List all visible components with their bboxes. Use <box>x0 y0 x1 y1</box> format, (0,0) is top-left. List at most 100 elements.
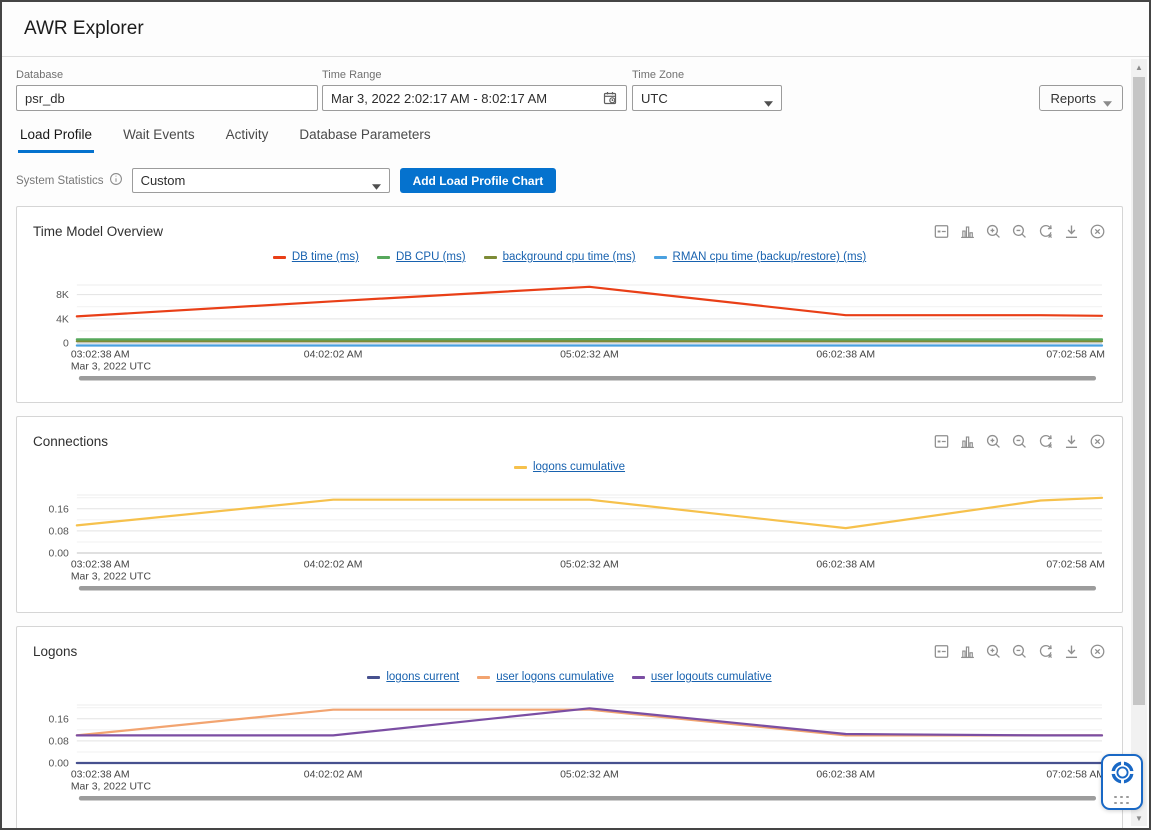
chart-canvas-logons[interactable]: 0.000.080.1603:02:38 AM04:02:02 AM05:02:… <box>33 693 1106 811</box>
legend-icon[interactable] <box>933 643 950 660</box>
svg-text:0.08: 0.08 <box>49 736 70 747</box>
series-line <box>77 498 1102 528</box>
time-zone-select[interactable]: UTC <box>632 85 782 111</box>
statistics-preset-select[interactable]: Custom <box>132 168 390 193</box>
svg-text:05:02:32 AM: 05:02:32 AM <box>560 559 619 570</box>
statistics-preset-value: Custom <box>141 173 186 188</box>
legend-dash <box>654 256 667 259</box>
svg-text:0.00: 0.00 <box>49 758 70 769</box>
svg-text:07:02:58 AM: 07:02:58 AM <box>1046 559 1105 570</box>
vertical-scrollbar[interactable]: ▲ ▼ <box>1131 59 1147 826</box>
chart-horizontal-scrollbar[interactable] <box>79 376 1096 381</box>
svg-text:04:02:02 AM: 04:02:02 AM <box>304 769 363 780</box>
legend-dash <box>484 256 497 259</box>
chart-canvas-time-model-overview[interactable]: 04K8K03:02:38 AM04:02:02 AM05:02:32 AM06… <box>33 273 1106 391</box>
legend-item: logons cumulative <box>514 461 625 473</box>
time-range-input[interactable] <box>331 91 602 106</box>
chevron-down-icon <box>372 178 381 184</box>
chart-horizontal-scrollbar[interactable] <box>79 586 1096 591</box>
zoom-out-icon[interactable] <box>1011 643 1028 660</box>
database-input[interactable] <box>25 91 309 106</box>
legend-link[interactable]: background cpu time (ms) <box>503 251 636 263</box>
svg-text:04:02:02 AM: 04:02:02 AM <box>304 559 363 570</box>
scroll-up-arrow[interactable]: ▲ <box>1131 59 1147 75</box>
legend-link[interactable]: DB time (ms) <box>292 251 359 263</box>
chart-title: Logons <box>33 644 77 659</box>
life-ring-icon[interactable] <box>1109 759 1136 791</box>
time-zone-value: UTC <box>641 91 668 106</box>
legend-link[interactable]: logons cumulative <box>533 461 625 473</box>
legend-item: user logouts cumulative <box>632 671 772 683</box>
svg-text:04:02:02 AM: 04:02:02 AM <box>304 349 363 360</box>
scrollbar-thumb[interactable] <box>1133 77 1145 705</box>
zoom-in-icon[interactable] <box>985 223 1002 240</box>
tab-wait-events[interactable]: Wait Events <box>121 123 197 153</box>
svg-text:03:02:38 AM: 03:02:38 AM <box>71 349 130 360</box>
time-range-input-box <box>322 85 627 111</box>
calendar-icon[interactable] <box>602 90 618 106</box>
legend-link[interactable]: user logouts cumulative <box>651 671 772 683</box>
legend-link[interactable]: user logons cumulative <box>496 671 614 683</box>
legend-icon[interactable] <box>933 433 950 450</box>
tab-bar: Load Profile Wait Events Activity Databa… <box>16 123 1123 153</box>
legend-item: DB CPU (ms) <box>377 251 466 263</box>
legend-link[interactable]: logons current <box>386 671 459 683</box>
chart-canvas-connections[interactable]: 0.000.080.1603:02:38 AM04:02:02 AM05:02:… <box>33 483 1106 601</box>
time-zone-label: Time Zone <box>632 69 782 81</box>
bar-chart-icon[interactable] <box>959 433 976 450</box>
series-line <box>77 710 1102 736</box>
svg-text:Mar 3, 2022 UTC: Mar 3, 2022 UTC <box>71 571 152 582</box>
zoom-in-icon[interactable] <box>985 433 1002 450</box>
add-load-profile-chart-button[interactable]: Add Load Profile Chart <box>400 168 557 193</box>
legend-link[interactable]: RMAN cpu time (backup/restore) (ms) <box>673 251 867 263</box>
bar-chart-icon[interactable] <box>959 223 976 240</box>
chart-legend: logons current user logons cumulative user… <box>33 669 1106 685</box>
database-field-group: Database <box>16 69 318 111</box>
time-zone-field-group: Time Zone UTC <box>632 69 782 111</box>
download-icon[interactable] <box>1063 643 1080 660</box>
chart-title: Connections <box>33 434 108 449</box>
reports-button-label: Reports <box>1050 91 1096 106</box>
svg-text:05:02:32 AM: 05:02:32 AM <box>560 349 619 360</box>
tab-activity[interactable]: Activity <box>224 123 271 153</box>
database-label: Database <box>16 69 318 81</box>
chevron-down-icon <box>764 95 773 101</box>
svg-text:06:02:38 AM: 06:02:38 AM <box>816 559 875 570</box>
remove-chart-icon[interactable] <box>1089 433 1106 450</box>
drag-handle-dots[interactable] <box>1114 796 1130 806</box>
reset-zoom-icon[interactable] <box>1037 433 1054 450</box>
download-icon[interactable] <box>1063 433 1080 450</box>
chevron-down-icon <box>1103 95 1112 101</box>
zoom-out-icon[interactable] <box>1011 433 1028 450</box>
info-icon[interactable] <box>109 172 123 189</box>
remove-chart-icon[interactable] <box>1089 223 1106 240</box>
chart-title: Time Model Overview <box>33 224 163 239</box>
zoom-out-icon[interactable] <box>1011 223 1028 240</box>
reports-button[interactable]: Reports <box>1039 85 1123 111</box>
scroll-down-arrow[interactable]: ▼ <box>1131 810 1147 826</box>
legend-dash <box>514 466 527 469</box>
svg-text:06:02:38 AM: 06:02:38 AM <box>816 769 875 780</box>
page-title: AWR Explorer <box>24 18 144 40</box>
chart-toolbar <box>933 433 1106 450</box>
remove-chart-icon[interactable] <box>1089 643 1106 660</box>
zoom-in-icon[interactable] <box>985 643 1002 660</box>
chart-horizontal-scrollbar[interactable] <box>79 796 1096 801</box>
bar-chart-icon[interactable] <box>959 643 976 660</box>
legend-link[interactable]: DB CPU (ms) <box>396 251 466 263</box>
legend-dash <box>377 256 390 259</box>
legend-icon[interactable] <box>933 223 950 240</box>
svg-text:Mar 3, 2022 UTC: Mar 3, 2022 UTC <box>71 361 152 372</box>
svg-text:07:02:58 AM: 07:02:58 AM <box>1046 349 1105 360</box>
help-widget[interactable] <box>1101 754 1143 810</box>
svg-text:Mar 3, 2022 UTC: Mar 3, 2022 UTC <box>71 781 152 792</box>
reset-zoom-icon[interactable] <box>1037 223 1054 240</box>
legend-dash <box>367 676 380 679</box>
download-icon[interactable] <box>1063 223 1080 240</box>
chart-toolbar <box>933 643 1106 660</box>
legend-item: user logons cumulative <box>477 671 614 683</box>
reset-zoom-icon[interactable] <box>1037 643 1054 660</box>
tab-database-parameters[interactable]: Database Parameters <box>297 123 432 153</box>
svg-text:0.00: 0.00 <box>49 548 70 559</box>
tab-load-profile[interactable]: Load Profile <box>18 123 94 153</box>
